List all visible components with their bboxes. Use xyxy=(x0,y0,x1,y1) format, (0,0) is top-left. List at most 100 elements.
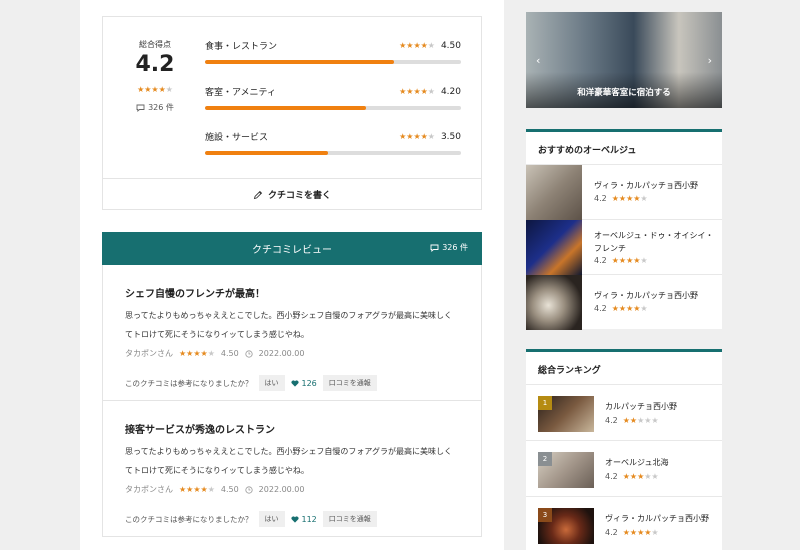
star-filled-icon: ★ xyxy=(399,40,407,50)
category-room: 客室・アメニティ ★ ★ ★ ★ ★ 4.20 xyxy=(205,85,461,110)
helpful-yes-button[interactable]: はい xyxy=(258,375,285,391)
helpful-yes-button[interactable]: はい xyxy=(258,511,285,527)
star-filled-icon: ★ xyxy=(399,86,407,96)
star-empty-icon: ★ xyxy=(165,85,173,94)
star-empty-icon: ★ xyxy=(207,484,215,494)
star-empty-icon: ★ xyxy=(640,255,648,265)
ranking-score: 4.2 xyxy=(605,528,618,537)
recommended-name: ヴィラ・カルパッチョ西小野 xyxy=(594,291,698,300)
star-filled-icon: ★ xyxy=(629,527,638,537)
clock-icon xyxy=(245,349,253,358)
recommended-stars: ★ ★ ★ ★ ★ xyxy=(612,193,648,203)
star-filled-icon: ★ xyxy=(611,255,619,265)
review-section-title: クチコミレビュー xyxy=(252,245,332,256)
ranking-item[interactable]: 2 オーベルジュ北海 4.2 ★ ★ ★ ★ ★ xyxy=(526,441,722,497)
helpful-question: このクチコミは参考になりましたか？ xyxy=(125,378,253,388)
helpful-row: このクチコミは参考になりましたか？ はい 112 口コミを通報 xyxy=(125,511,459,527)
recommended-score: 4.2 xyxy=(594,194,607,203)
recommended-score: 4.2 xyxy=(594,304,607,313)
recommended-item[interactable]: ヴィラ・カルパッチョ西小野 4.2 ★ ★ ★ ★ ★ xyxy=(526,275,722,330)
ranking-thumbnail: 1 xyxy=(538,396,594,432)
star-empty-icon: ★ xyxy=(640,193,648,203)
write-review-button[interactable]: クチコミを書く xyxy=(103,178,481,210)
star-filled-icon: ★ xyxy=(179,484,187,494)
star-filled-icon: ★ xyxy=(618,193,627,203)
star-empty-icon: ★ xyxy=(651,527,659,537)
category-bar-fill xyxy=(205,106,367,110)
star-empty-icon: ★ xyxy=(644,471,652,481)
category-value: 4.20 xyxy=(440,86,461,97)
recommended-item[interactable]: オーベルジュ・ドゥ・オイシイ・フレンチ 4.2 ★ ★ ★ ★ ★ xyxy=(526,220,722,275)
category-bar xyxy=(205,106,461,110)
star-filled-icon: ★ xyxy=(413,40,421,50)
recommended-score: 4.2 xyxy=(594,256,607,265)
category-bar-fill xyxy=(205,60,395,64)
review-date: 2022.00.00 xyxy=(258,485,305,494)
overall-review-count: 326 件 xyxy=(125,102,185,113)
review-section-count: 326 件 xyxy=(430,242,468,253)
star-empty-icon: ★ xyxy=(651,415,659,425)
star-filled-icon: ★ xyxy=(633,303,641,313)
pencil-icon xyxy=(253,190,263,199)
star-filled-icon: ★ xyxy=(158,85,166,94)
category-bar xyxy=(205,151,461,155)
comment-icon xyxy=(136,104,145,112)
star-filled-icon: ★ xyxy=(413,86,421,96)
star-empty-icon: ★ xyxy=(207,348,215,358)
recommended-title: おすすめのオーベルジュ xyxy=(526,132,722,165)
review-score: 4.50 xyxy=(220,485,239,494)
star-filled-icon: ★ xyxy=(622,415,630,425)
category-bar-fill xyxy=(205,151,328,155)
ranking-name: ヴィラ・カルパッチョ西小野 xyxy=(605,514,709,523)
report-review-button[interactable]: 口コミを通報 xyxy=(322,511,377,527)
star-filled-icon: ★ xyxy=(622,527,630,537)
recommended-stars: ★ ★ ★ ★ ★ xyxy=(611,303,648,313)
main-column: 総合得点 4.2 ★ ★ ★ ★ ★ 326 件 食事・レストラン ★ ★ ★ ★ ★ 4.50… xyxy=(80,0,504,550)
hero-banner[interactable]: ‹ › 和洋豪華客室に宿泊する xyxy=(526,12,722,108)
ranking-item[interactable]: 3 ヴィラ・カルパッチョ西小野 4.2 ★ ★ ★ ★ ★ xyxy=(526,497,722,550)
carousel-prev-icon[interactable]: ‹ xyxy=(536,54,540,67)
ranking-box: 総合ランキング 1 カルパッチョ西小野 4.2 ★ ★ ★ ★ ★ 2 オーベルジュ北海… xyxy=(526,349,722,550)
star-filled-icon: ★ xyxy=(137,85,145,94)
review-count-text: 326 件 xyxy=(442,243,468,252)
like-count[interactable]: 112 xyxy=(290,515,317,524)
carousel-next-icon[interactable]: › xyxy=(708,54,712,67)
star-filled-icon: ★ xyxy=(420,40,428,50)
ranking-score-row: 4.2 ★ ★ ★ ★ ★ xyxy=(605,416,659,425)
star-filled-icon: ★ xyxy=(629,415,638,425)
star-filled-icon: ★ xyxy=(200,348,208,358)
review-count-text: 326 件 xyxy=(148,103,174,112)
recommended-item[interactable]: ヴィラ・カルパッチョ西小野 4.2 ★ ★ ★ ★ ★ xyxy=(526,165,722,220)
recommended-score-row: 4.2 ★ ★ ★ ★ ★ xyxy=(594,194,648,203)
score-card: 総合得点 4.2 ★ ★ ★ ★ ★ 326 件 食事・レストラン ★ ★ ★ ★ ★ 4.50… xyxy=(102,16,482,210)
recommended-thumbnail xyxy=(526,220,582,275)
like-count-value: 126 xyxy=(301,378,317,388)
star-filled-icon: ★ xyxy=(629,471,638,481)
star-filled-icon: ★ xyxy=(151,85,159,94)
star-filled-icon: ★ xyxy=(193,348,201,358)
heart-icon xyxy=(290,379,299,387)
category-stars: ★ ★ ★ ★ ★ xyxy=(399,86,435,96)
star-filled-icon: ★ xyxy=(618,303,627,313)
star-filled-icon: ★ xyxy=(611,303,619,313)
ranking-name: カルパッチョ西小野 xyxy=(605,402,677,411)
clock-icon xyxy=(245,485,253,494)
category-stars: ★ ★ ★ ★ ★ xyxy=(399,132,435,141)
star-empty-icon: ★ xyxy=(640,303,648,313)
review-meta: タカポンさん ★ ★ ★ ★ ★ 4.50 2022.00.00 xyxy=(125,348,459,359)
like-count[interactable]: 126 xyxy=(290,378,317,388)
star-filled-icon: ★ xyxy=(618,255,627,265)
ranking-item[interactable]: 1 カルパッチョ西小野 4.2 ★ ★ ★ ★ ★ xyxy=(526,385,722,441)
star-filled-icon: ★ xyxy=(420,86,428,96)
star-filled-icon: ★ xyxy=(144,85,152,94)
review-author: タカポンさん xyxy=(125,349,173,358)
ranking-name: オーベルジュ北海 xyxy=(605,458,669,467)
report-review-button[interactable]: 口コミを通報 xyxy=(322,375,377,391)
recommended-box: おすすめのオーベルジュ ヴィラ・カルパッチョ西小野 4.2 ★ ★ ★ ★ ★ オーベル… xyxy=(526,129,722,330)
ranking-thumbnail: 2 xyxy=(538,452,594,488)
review-meta: タカポンさん ★ ★ ★ ★ ★ 4.50 2022.00.00 xyxy=(125,484,459,495)
review-title: 接客サービスが秀逸のレストラン xyxy=(125,425,275,436)
rank-badge: 2 xyxy=(538,452,552,466)
star-filled-icon: ★ xyxy=(406,40,414,50)
star-filled-icon: ★ xyxy=(193,484,201,494)
